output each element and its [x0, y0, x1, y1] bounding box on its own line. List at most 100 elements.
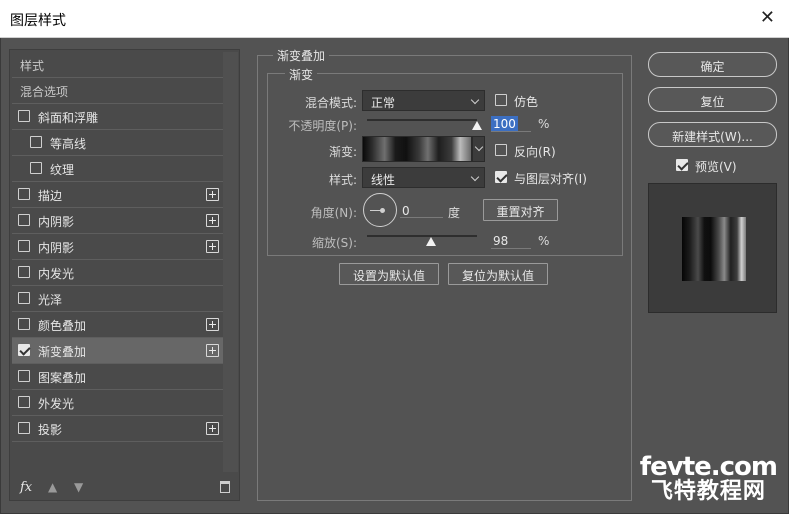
gradient-preview-swatch[interactable] [362, 136, 472, 162]
trash-icon[interactable] [220, 481, 230, 493]
scale-slider-thumb[interactable] [425, 237, 436, 246]
angle-dial-center [380, 208, 385, 213]
sidebar-item[interactable]: 光泽 [12, 286, 223, 312]
sidebar-item-label: 外发光 [38, 397, 75, 411]
opacity-slider-thumb[interactable] [472, 121, 482, 130]
add-effect-plus-icon[interactable] [206, 318, 219, 331]
sidebar-item-checkbox[interactable] [18, 318, 30, 330]
preview-checkbox-box[interactable] [676, 159, 688, 171]
reset-alignment-button[interactable]: 重置对齐 [483, 199, 558, 221]
angle-unit: 度 [448, 206, 461, 220]
sidebar-item-label: 内阴影 [38, 241, 75, 255]
align-checkbox-box[interactable] [495, 171, 507, 183]
style-preview [648, 183, 777, 313]
close-icon[interactable]: ✕ [760, 9, 775, 27]
opacity-slider-track[interactable] [367, 119, 477, 121]
sidebar-item-checkbox[interactable] [18, 292, 30, 304]
sidebar-item[interactable]: 渐变叠加 [12, 338, 223, 364]
sidebar-item-checkbox[interactable] [18, 110, 30, 122]
sidebar-item[interactable]: 描边 [12, 182, 223, 208]
sidebar-item-label: 纹理 [50, 163, 75, 177]
sidebar-item-checkbox[interactable] [18, 422, 30, 434]
sidebar-item[interactable]: 斜面和浮雕 [12, 104, 223, 130]
opacity-label: 不透明度(P): [288, 119, 357, 133]
opacity-unit: % [538, 117, 550, 131]
ok-button[interactable]: 确定 [648, 52, 777, 77]
sidebar-item-checkbox[interactable] [18, 266, 30, 278]
opacity-input[interactable]: 100 [491, 116, 518, 132]
reset-button[interactable]: 复位 [648, 87, 777, 112]
angle-input-underline [400, 217, 443, 218]
sidebar-item-label: 内发光 [38, 267, 75, 281]
watermark-logo: fevte.com 飞特教程网 [640, 454, 778, 504]
gradient-picker-chevron-icon[interactable] [472, 136, 485, 162]
sidebar-item-label: 斜面和浮雕 [38, 111, 99, 125]
arrow-down-icon[interactable]: ▼ [74, 480, 83, 494]
chevron-down-icon [470, 95, 480, 105]
sidebar-item[interactable]: 纹理 [12, 156, 223, 182]
sidebar-item-label: 颜色叠加 [38, 319, 87, 333]
sidebar-item-label: 混合选项 [20, 85, 69, 99]
style-list-scrollbar[interactable] [223, 52, 238, 472]
sidebar-item[interactable]: 内阴影 [12, 234, 223, 260]
style-select[interactable]: 线性 [362, 167, 485, 188]
scale-input[interactable]: 98 [491, 233, 510, 249]
blend-mode-select[interactable]: 正常 [362, 90, 485, 111]
scale-slider-track[interactable] [367, 235, 477, 237]
angle-dial[interactable] [363, 193, 397, 227]
sidebar-item-checkbox[interactable] [18, 240, 30, 252]
sidebar-item[interactable]: 等高线 [12, 130, 223, 156]
sidebar-item-label: 投影 [38, 423, 63, 437]
angle-label: 角度(N): [310, 206, 357, 220]
fx-icon[interactable]: fx [20, 480, 32, 495]
sidebar-item-label: 样式 [20, 59, 45, 73]
dither-checkbox-box[interactable] [495, 94, 507, 106]
add-effect-plus-icon[interactable] [206, 422, 219, 435]
add-effect-plus-icon[interactable] [206, 188, 219, 201]
reverse-checkbox-box[interactable] [495, 144, 507, 156]
section-title: 渐变 [285, 66, 318, 83]
sidebar-item-checkbox[interactable] [18, 370, 30, 382]
reset-default-button[interactable]: 复位为默认值 [448, 263, 548, 285]
sidebar-item-label: 光泽 [38, 293, 63, 307]
sidebar-item[interactable]: 图案叠加 [12, 364, 223, 390]
style-label: 样式: [328, 173, 357, 187]
sidebar-item-checkbox[interactable] [18, 344, 30, 356]
sidebar-item-checkbox[interactable] [30, 162, 42, 174]
sidebar-item-checkbox[interactable] [18, 214, 30, 226]
style-list-toolbar: fx ▲ ▼ [12, 478, 238, 498]
add-effect-plus-icon[interactable] [206, 214, 219, 227]
sidebar-item[interactable]: 投影 [12, 416, 223, 442]
preview-checkbox[interactable]: 预览(V) [676, 158, 737, 175]
sidebar-item-checkbox[interactable] [30, 136, 42, 148]
add-effect-plus-icon[interactable] [206, 240, 219, 253]
make-default-button[interactable]: 设置为默认值 [339, 263, 439, 285]
arrow-up-icon[interactable]: ▲ [48, 480, 57, 494]
sidebar-item[interactable]: 外发光 [12, 390, 223, 416]
opacity-input-underline [491, 131, 531, 132]
new-style-button[interactable]: 新建样式(W)... [648, 122, 777, 147]
scale-input-underline [491, 248, 531, 249]
add-effect-plus-icon[interactable] [206, 344, 219, 357]
scale-label: 缩放(S): [311, 236, 357, 250]
dither-checkbox[interactable]: 仿色 [495, 93, 538, 110]
sidebar-item[interactable]: 颜色叠加 [12, 312, 223, 338]
window-title: 图层样式 [10, 13, 66, 29]
group-title: 渐变叠加 [273, 47, 330, 64]
style-value: 线性 [371, 173, 396, 187]
sidebar-item[interactable]: 样式 [12, 52, 223, 78]
sidebar-item[interactable]: 内发光 [12, 260, 223, 286]
sidebar-item[interactable]: 内阴影 [12, 208, 223, 234]
reverse-checkbox[interactable]: 反向(R) [495, 143, 556, 160]
gradient-label: 渐变: [328, 145, 357, 159]
scale-unit: % [538, 234, 550, 248]
align-with-layer-checkbox[interactable]: 与图层对齐(I) [495, 170, 587, 187]
sidebar-item[interactable]: 混合选项 [12, 78, 223, 104]
blend-mode-value: 正常 [371, 96, 396, 110]
align-label: 与图层对齐(I) [514, 172, 587, 186]
sidebar-item-label: 渐变叠加 [38, 345, 87, 359]
watermark-line2: 飞特教程网 [650, 479, 766, 504]
blend-mode-label: 混合模式: [304, 96, 357, 110]
sidebar-item-checkbox[interactable] [18, 188, 30, 200]
sidebar-item-checkbox[interactable] [18, 396, 30, 408]
